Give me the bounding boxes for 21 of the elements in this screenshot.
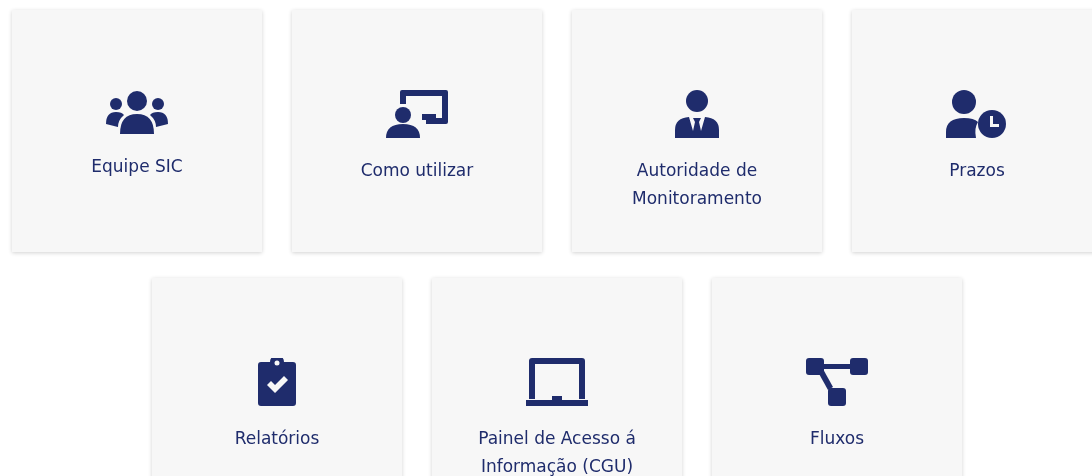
card-label: Equipe SIC [90, 155, 184, 178]
menu-card[interactable]: Equipe SIC [12, 10, 262, 252]
menu-card[interactable]: Como utilizar [292, 10, 542, 252]
menu-card[interactable]: Fluxos [712, 278, 962, 476]
menu-card[interactable]: Autoridade de Monitoramento [572, 10, 822, 252]
card-label: Como utilizar [359, 159, 475, 182]
user-clock-icon [946, 90, 1008, 138]
businessman-icon [675, 90, 719, 138]
presenter-icon [386, 90, 448, 138]
card-label: Painel de Acesso á Informação (CGU) [477, 427, 637, 476]
clipboard-check-icon [258, 358, 296, 406]
card-label: Autoridade de Monitoramento [631, 159, 763, 210]
laptop-icon [526, 358, 588, 406]
card-label: Relatórios [233, 427, 321, 450]
group-icon [106, 90, 168, 134]
card-label: Prazos [948, 159, 1006, 182]
menu-card[interactable]: Prazos [852, 10, 1092, 252]
card-label: Fluxos [808, 427, 866, 450]
menu-card[interactable]: Relatórios [152, 278, 402, 476]
flowchart-icon [806, 358, 868, 406]
menu-card[interactable]: Painel de Acesso á Informação (CGU) [432, 278, 682, 476]
